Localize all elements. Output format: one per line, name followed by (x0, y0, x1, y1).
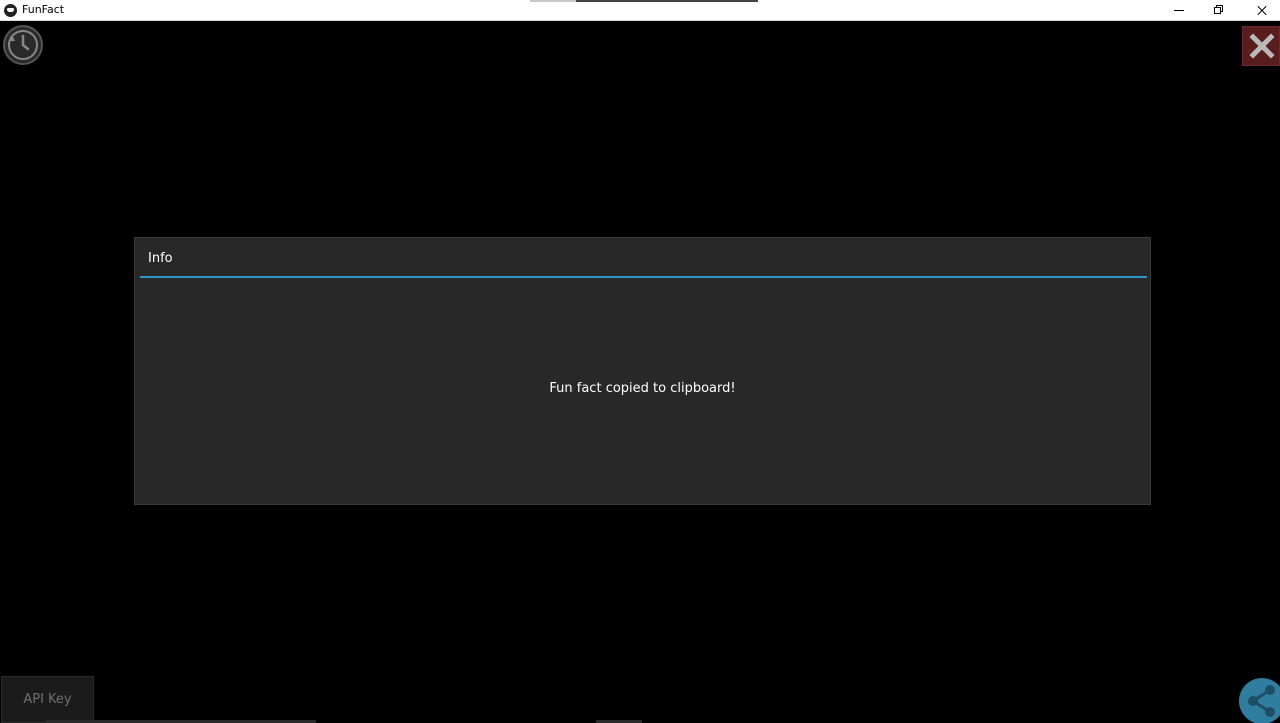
window-close-button[interactable] (1239, 0, 1280, 21)
share-button[interactable] (1238, 677, 1280, 723)
close-icon (1249, 33, 1275, 59)
api-key-button[interactable]: API Key (1, 676, 94, 723)
close-button[interactable] (1242, 26, 1280, 66)
app-icon (4, 4, 17, 17)
share-icon (1239, 678, 1280, 723)
title-bar-mark (576, 0, 758, 2)
restore-button[interactable] (1196, 0, 1242, 21)
dialog-separator (140, 276, 1147, 278)
history-icon (3, 25, 43, 65)
info-dialog: Info Fun fact copied to clipboard! (134, 237, 1151, 505)
api-key-label: API Key (23, 692, 72, 707)
restore-icon (1214, 7, 1221, 14)
app-window: FunFact Info Fun fact copied to clipboar… (0, 0, 1280, 723)
dialog-title: Info (148, 251, 173, 266)
dialog-message: Fun fact copied to clipboard! (549, 381, 736, 396)
title-bar: FunFact (0, 0, 1280, 21)
title-bar-mark (530, 0, 576, 2)
window-title: FunFact (22, 3, 65, 16)
history-button[interactable] (1, 24, 45, 68)
minimize-icon (1174, 10, 1184, 11)
